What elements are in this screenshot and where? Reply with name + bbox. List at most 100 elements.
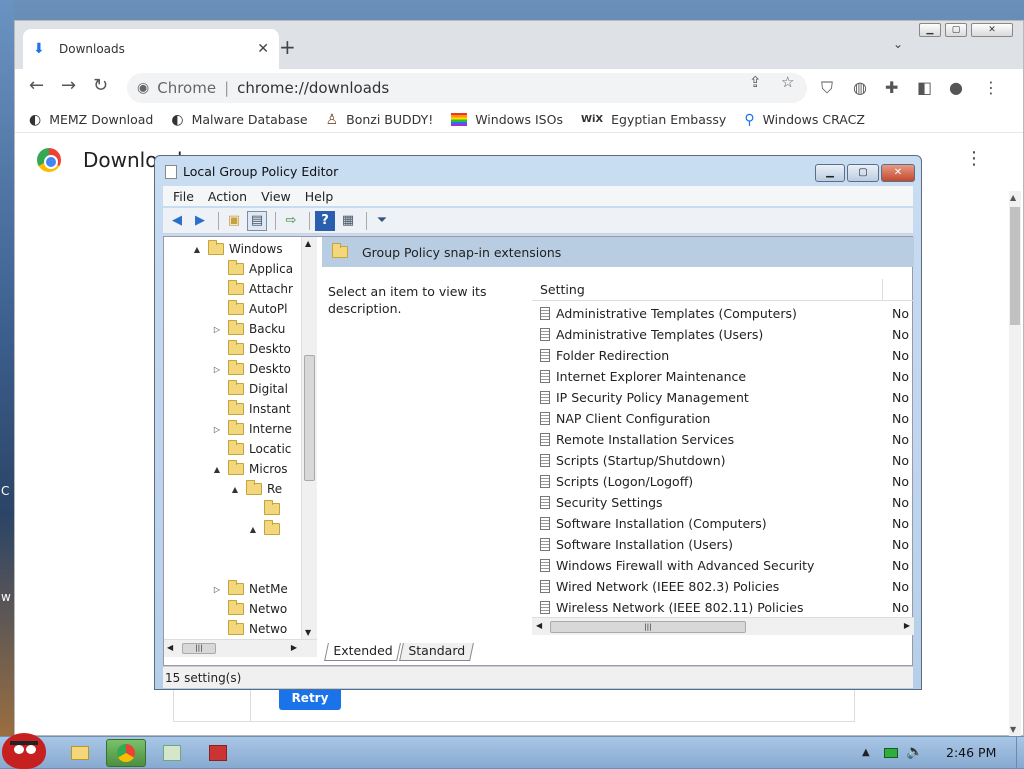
table-row[interactable]: Wireless Network (IEEE 802.11) Policies N… <box>532 597 914 618</box>
forward-button[interactable]: → <box>61 75 76 96</box>
tree-item[interactable]: Digital <box>212 379 288 399</box>
star-icon[interactable]: ☆ <box>781 73 794 91</box>
profile-avatar[interactable]: ● <box>949 78 963 97</box>
desktop-icon-label[interactable]: w <box>1 590 11 604</box>
battery-icon[interactable] <box>884 748 898 758</box>
properties-icon[interactable]: ▦ <box>338 211 358 231</box>
tree-item[interactable]: Locatic <box>212 439 291 459</box>
clock[interactable]: 2:46 PM <box>946 745 996 760</box>
scroll-up-icon[interactable]: ▲ <box>305 239 311 248</box>
tree-item[interactable]: Attachr <box>212 279 293 299</box>
scrollbar-thumb[interactable]: ||| <box>182 643 216 654</box>
side-panel-icon[interactable]: ◧ <box>917 78 932 97</box>
tree-item[interactable]: Netwo <box>212 619 287 639</box>
show-hide-tree-icon[interactable]: ▤ <box>247 210 267 231</box>
taskbar-gpedit[interactable] <box>152 739 192 767</box>
maximize-button[interactable]: ▢ <box>945 23 967 37</box>
minimize-button[interactable]: ▁ <box>919 23 941 37</box>
table-row[interactable]: Scripts (Logon/Logoff) No <box>532 471 914 492</box>
scrollbar-thumb[interactable] <box>1010 207 1020 325</box>
extension-flag-icon[interactable]: ◍ <box>853 78 867 97</box>
taskbar-chrome[interactable] <box>106 739 146 767</box>
tree-item[interactable]: ▲ Micros <box>212 459 288 479</box>
table-row[interactable]: Software Installation (Computers) No <box>532 513 914 534</box>
export-list-icon[interactable]: ⇨ <box>281 211 301 231</box>
tree-horizontal-scrollbar[interactable]: ◀ ||| ▶ <box>164 639 317 657</box>
bookmark-windows-isos[interactable]: Windows ISOs <box>451 112 563 127</box>
tree-item[interactable]: ▲ Re <box>230 479 282 499</box>
tree-item[interactable]: ▲ <box>248 519 285 539</box>
menu-help[interactable]: Help <box>305 189 334 204</box>
tree-expander-icon[interactable]: ▲ <box>230 485 240 494</box>
column-divider[interactable] <box>882 279 883 301</box>
tree-expander-icon[interactable]: ▷ <box>212 585 222 594</box>
tree-vertical-scrollbar[interactable]: ▲ ▼ <box>301 237 317 639</box>
table-row[interactable]: Security Settings No <box>532 492 914 513</box>
reload-button[interactable]: ↻ <box>93 75 108 96</box>
kebab-menu-icon[interactable]: ⋮ <box>983 78 999 97</box>
tree-expander-icon[interactable]: ▷ <box>212 425 222 434</box>
table-row[interactable]: Wired Network (IEEE 802.3) Policies No <box>532 576 914 597</box>
table-row[interactable]: Windows Firewall with Advanced Security N… <box>532 555 914 576</box>
forward-arrow-icon[interactable]: ▶ <box>190 211 210 231</box>
scrollbar-thumb[interactable]: ||| <box>550 621 746 633</box>
maximize-button[interactable]: ▢ <box>847 164 879 182</box>
scroll-down-icon[interactable]: ▼ <box>305 628 311 637</box>
minimize-button[interactable]: ▁ <box>815 164 845 182</box>
close-icon[interactable]: ✕ <box>257 41 269 57</box>
bookmark-malware-database[interactable]: ◐ Malware Database <box>171 112 307 128</box>
tree-expander-icon[interactable]: ▲ <box>212 465 222 474</box>
tree-item[interactable]: ▷ Deskto <box>212 359 291 379</box>
desktop-icon-label[interactable]: C <box>1 484 9 498</box>
chevron-down-icon[interactable]: ⌄ <box>893 37 903 51</box>
page-scrollbar[interactable]: ▲ ▼ <box>1009 191 1021 736</box>
scroll-right-icon[interactable]: ▶ <box>904 621 910 630</box>
list-horizontal-scrollbar[interactable]: ◀ ||| ▶ <box>532 617 914 635</box>
column-header-setting[interactable]: Setting <box>532 279 914 301</box>
bookmark-windows-cracz[interactable]: ⚲ Windows CRACZ <box>744 112 865 128</box>
tree-item[interactable]: Netwo <box>212 599 287 619</box>
filter-icon[interactable]: ⏷ <box>372 211 392 231</box>
scroll-down-icon[interactable]: ▼ <box>1010 725 1016 734</box>
kebab-menu-icon[interactable]: ⋮ <box>965 148 983 169</box>
puzzle-icon[interactable]: ✚ <box>885 78 898 97</box>
start-button-angry-bird-icon[interactable] <box>2 733 46 769</box>
menu-view[interactable]: View <box>261 189 291 204</box>
table-row[interactable]: IP Security Policy Management No <box>532 387 914 408</box>
up-folder-icon[interactable]: ▣ <box>224 211 244 231</box>
tree-item[interactable]: ▷ Interne <box>212 419 292 439</box>
table-row[interactable]: Scripts (Startup/Shutdown) No <box>532 450 914 471</box>
back-button[interactable]: ← <box>29 75 44 96</box>
ublock-icon[interactable]: ⛉ <box>821 78 833 98</box>
tree-item[interactable]: ▷ Backu <box>212 319 285 339</box>
scroll-up-icon[interactable]: ▲ <box>1010 193 1016 202</box>
tree-item[interactable]: Deskto <box>212 339 291 359</box>
scroll-left-icon[interactable]: ◀ <box>536 621 542 630</box>
address-bar[interactable]: ◉ Chrome | chrome://downloads <box>127 73 807 103</box>
bookmark-egyptian-embassy[interactable]: WiX Egyptian Embassy <box>581 112 726 127</box>
scroll-left-icon[interactable]: ◀ <box>167 643 173 652</box>
close-button[interactable]: ✕ <box>881 164 915 182</box>
show-hidden-icons-chevron-icon[interactable]: ▲ <box>862 747 870 758</box>
tree-item[interactable]: Applica <box>212 259 293 279</box>
tree-expander-icon[interactable]: ▲ <box>192 245 202 254</box>
close-button[interactable]: ✕ <box>971 23 1013 37</box>
scroll-right-icon[interactable]: ▶ <box>291 643 297 652</box>
tree-item[interactable]: ▲ Windows <box>192 239 283 259</box>
tree-item[interactable]: ▷ NetMe <box>212 579 288 599</box>
table-row[interactable]: NAP Client Configuration No <box>532 408 914 429</box>
new-tab-button[interactable]: + <box>279 35 296 59</box>
tree-expander-icon[interactable]: ▲ <box>248 525 258 534</box>
menu-action[interactable]: Action <box>208 189 247 204</box>
tree-item[interactable]: Instant <box>212 399 291 419</box>
table-row[interactable]: Administrative Templates (Computers) No <box>532 303 914 324</box>
help-icon[interactable]: ? <box>315 210 335 231</box>
tab-extended[interactable]: Extended <box>324 643 402 661</box>
bookmark-bonzi[interactable]: ♙ Bonzi BUDDY! <box>326 112 434 128</box>
back-arrow-icon[interactable]: ◀ <box>167 211 187 231</box>
bookmark-memz[interactable]: ◐ MEMZ Download <box>29 112 153 128</box>
tab-standard[interactable]: Standard <box>399 643 475 661</box>
show-desktop-button[interactable] <box>1016 737 1024 769</box>
tab-downloads[interactable]: ⬇ Downloads ✕ <box>23 29 279 69</box>
volume-icon[interactable]: 🔈 <box>906 744 923 760</box>
